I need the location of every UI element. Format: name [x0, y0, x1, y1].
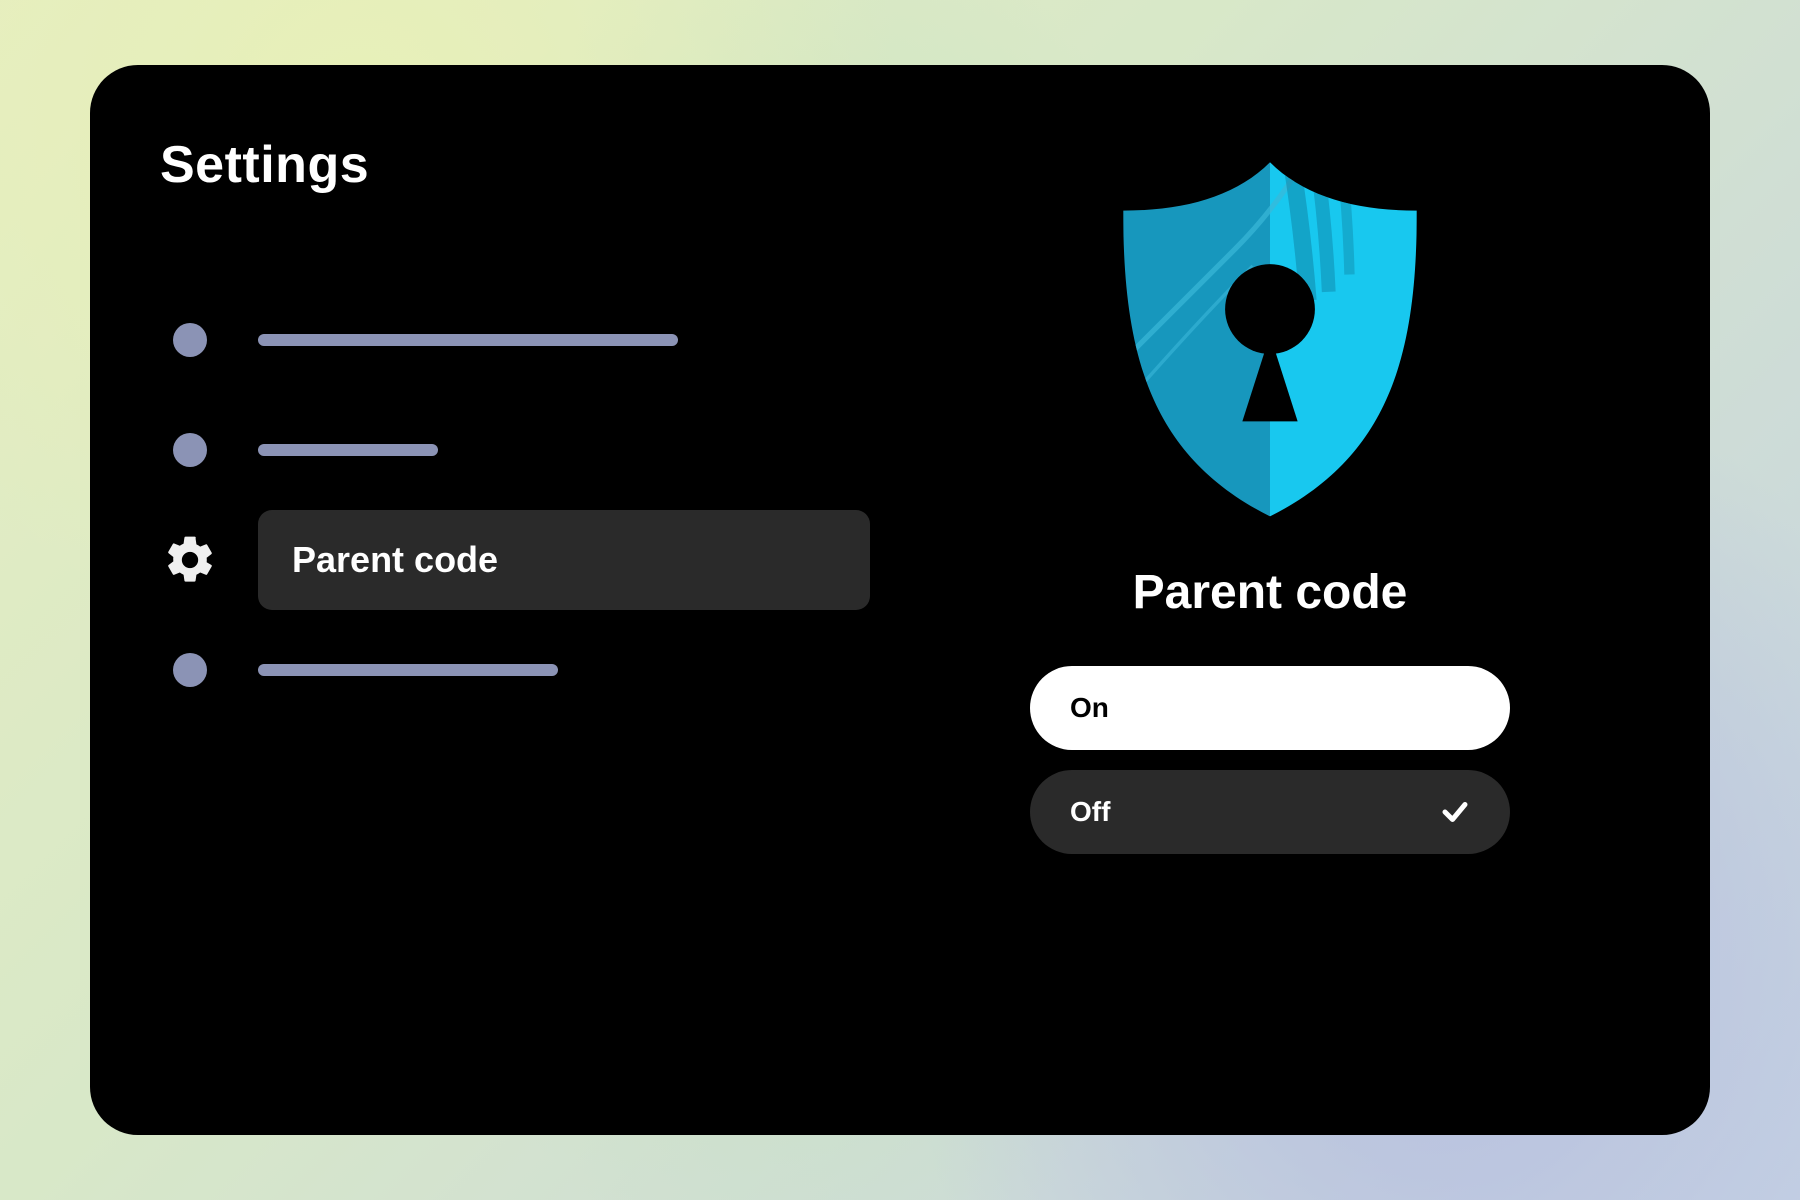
- gear-icon: [162, 532, 218, 588]
- settings-panel: Settings Parent: [90, 65, 1710, 1135]
- sidebar-item-label: [258, 334, 870, 346]
- detail-pane: Parent code On Off: [910, 65, 1710, 1135]
- option-label: On: [1070, 692, 1109, 724]
- option-off[interactable]: Off: [1030, 770, 1510, 854]
- shield-lock-icon: [1090, 145, 1450, 525]
- shield-lock-icon: [1080, 145, 1460, 525]
- sidebar-item-label: [258, 664, 870, 676]
- menu-dot-icon: [160, 640, 220, 700]
- sidebar-item-label: [258, 444, 870, 456]
- gear-icon: [160, 530, 220, 590]
- settings-menu: Parent code: [160, 285, 870, 725]
- detail-title: Parent code: [1133, 565, 1408, 620]
- sidebar-item-placeholder[interactable]: [160, 395, 870, 505]
- option-list: On Off: [1030, 666, 1510, 854]
- option-label: Off: [1070, 796, 1110, 828]
- settings-sidebar: Settings Parent: [90, 65, 910, 1135]
- sidebar-item-placeholder[interactable]: [160, 615, 870, 725]
- option-on[interactable]: On: [1030, 666, 1510, 750]
- sidebar-item-parent-code[interactable]: Parent code: [160, 505, 870, 615]
- menu-dot-icon: [160, 310, 220, 370]
- sidebar-item-placeholder[interactable]: [160, 285, 870, 395]
- page-title: Settings: [160, 135, 870, 195]
- check-icon: [1440, 797, 1470, 827]
- sidebar-item-label: Parent code: [258, 510, 870, 610]
- menu-dot-icon: [160, 420, 220, 480]
